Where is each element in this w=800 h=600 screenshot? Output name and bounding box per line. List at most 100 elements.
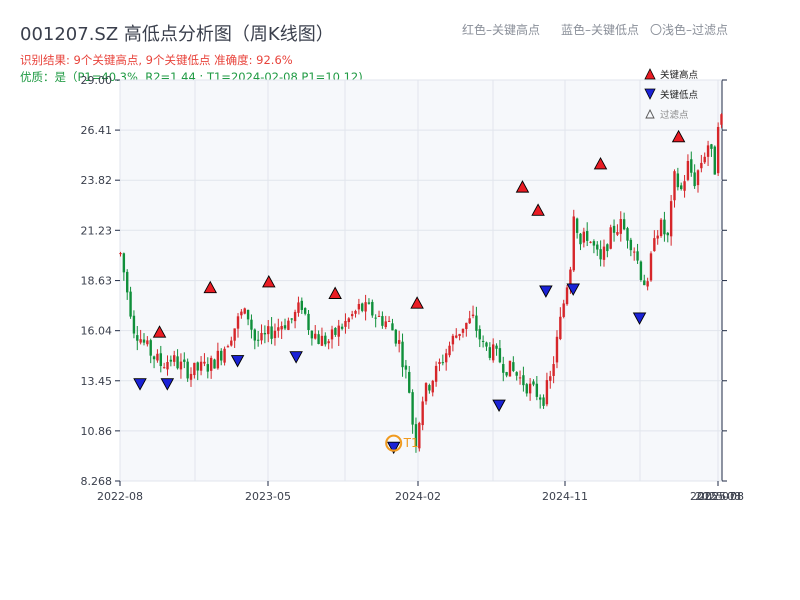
candle-up xyxy=(327,341,330,344)
candle-up xyxy=(528,383,532,394)
candle-up xyxy=(659,219,663,236)
candle-down xyxy=(300,300,304,310)
candle-up xyxy=(633,251,636,253)
candle-up xyxy=(518,377,522,379)
candle-up xyxy=(119,253,122,255)
candle-down xyxy=(606,244,609,252)
candle-up xyxy=(350,314,354,317)
candle-up xyxy=(320,335,324,346)
candle-up xyxy=(438,361,441,365)
candle-up xyxy=(656,235,659,239)
candle-up xyxy=(347,318,351,323)
candle-down xyxy=(253,329,257,341)
y-tick-label: 23.82 xyxy=(81,174,113,187)
candle-up xyxy=(696,170,700,186)
candle-up xyxy=(461,328,465,333)
candle-up xyxy=(344,320,347,327)
y-tick-label: 29.00 xyxy=(81,74,113,87)
t1-label: T1 xyxy=(403,436,419,450)
candle-down xyxy=(575,218,579,233)
candle-up xyxy=(669,201,673,237)
candle-down xyxy=(663,219,666,235)
candle-down xyxy=(176,356,179,369)
candle-up xyxy=(451,335,455,345)
candle-down xyxy=(250,319,253,330)
candle-up xyxy=(330,329,334,340)
candle-up xyxy=(139,339,142,343)
candle-up xyxy=(434,365,438,382)
candle-up xyxy=(364,302,367,312)
candle-up xyxy=(273,330,277,339)
candle-up xyxy=(508,360,512,377)
candle-down xyxy=(206,364,209,372)
candle-up xyxy=(260,332,263,341)
x-tick-label: 2022-08 xyxy=(97,490,143,503)
candle-down xyxy=(213,359,216,369)
candle-up xyxy=(223,348,226,363)
candle-up xyxy=(357,304,361,310)
candle-down xyxy=(122,253,126,273)
candle-down xyxy=(585,231,589,241)
candle-up xyxy=(209,357,213,371)
candle-up xyxy=(193,362,196,376)
triangle-up-icon xyxy=(644,68,656,80)
candle-down xyxy=(183,359,186,362)
candle-down xyxy=(391,323,394,331)
candle-up xyxy=(716,126,720,174)
candle-up xyxy=(424,383,428,402)
candle-down xyxy=(371,301,374,316)
candle-down xyxy=(522,375,525,386)
candle-down xyxy=(361,303,364,311)
candle-down xyxy=(270,326,273,339)
candle-down xyxy=(505,372,508,376)
triangle-outline-icon xyxy=(645,108,655,119)
candle-down xyxy=(538,397,542,400)
candle-down xyxy=(394,329,398,344)
candle-up xyxy=(653,238,656,252)
candle-up xyxy=(549,376,552,381)
candle-down xyxy=(639,261,643,280)
candle-down xyxy=(152,356,156,360)
candle-up xyxy=(565,287,569,305)
candle-up xyxy=(179,361,183,370)
candle-down xyxy=(629,239,633,251)
legend: 关键高点 关键低点 过滤点 xyxy=(644,64,698,124)
candle-down xyxy=(136,335,139,341)
candle-down xyxy=(579,233,582,245)
candle-down xyxy=(622,219,626,230)
candle-down xyxy=(290,318,293,320)
candle-down xyxy=(525,384,528,394)
candle-up xyxy=(602,246,606,260)
x-tick-label: 2024-02 xyxy=(395,490,441,503)
candle-up xyxy=(203,361,206,364)
x-tick-label: 2024-11 xyxy=(542,490,588,503)
candle-up xyxy=(233,328,236,341)
candle-down xyxy=(401,341,404,368)
candle-up xyxy=(199,361,203,371)
candle-up xyxy=(562,303,565,317)
candle-up xyxy=(491,344,495,361)
candle-up xyxy=(700,162,703,169)
legend-filtered: 过滤点 xyxy=(644,104,698,124)
candle-down xyxy=(475,315,478,331)
candle-down xyxy=(542,397,545,406)
candle-down xyxy=(263,332,267,335)
candle-down xyxy=(693,172,696,187)
candle-down xyxy=(196,362,199,371)
candle-down xyxy=(515,372,518,376)
candle-down xyxy=(478,329,481,340)
candle-down xyxy=(283,325,287,329)
candle-up xyxy=(545,380,549,405)
candle-down xyxy=(690,159,693,173)
candle-up xyxy=(277,327,280,331)
candle-up xyxy=(609,227,612,249)
candle-down xyxy=(512,362,515,371)
candle-up xyxy=(706,145,710,157)
candle-down xyxy=(428,385,431,391)
candle-up xyxy=(173,355,176,362)
candle-down xyxy=(126,271,129,293)
candle-down xyxy=(636,251,639,261)
candle-up xyxy=(649,253,653,281)
candle-up xyxy=(683,181,686,191)
candle-down xyxy=(340,326,344,329)
